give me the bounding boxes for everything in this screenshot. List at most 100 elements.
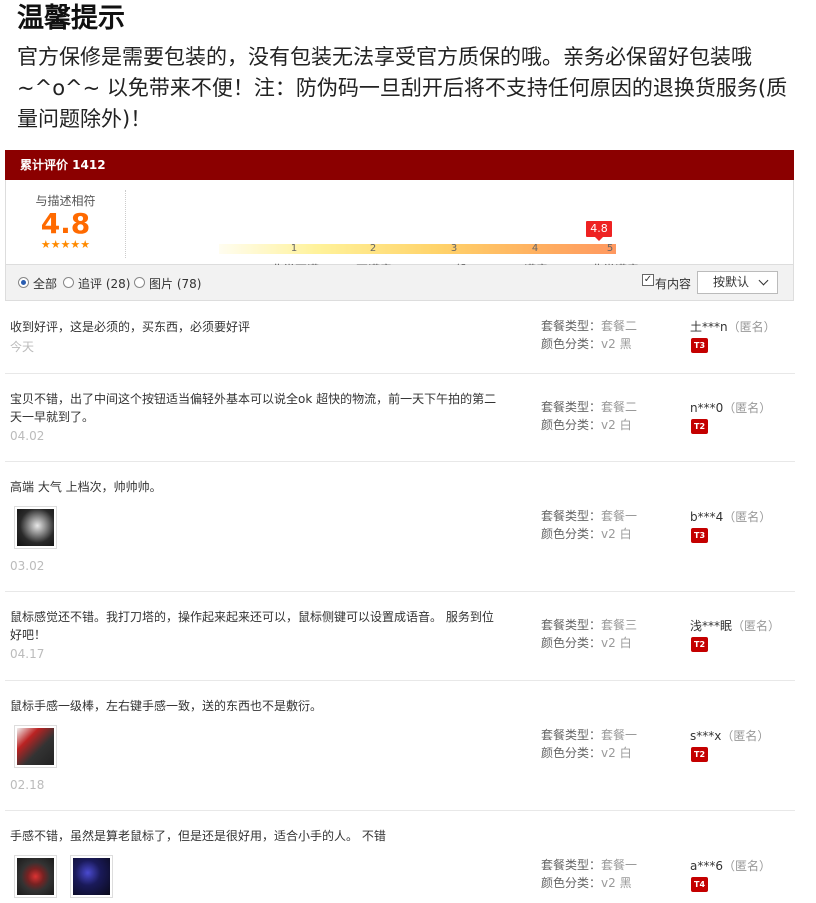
has-content-label[interactable]: 有内容 xyxy=(655,275,691,292)
reviewer: b***4（匿名） xyxy=(690,508,771,525)
review-options: 套餐类型：套餐二 颜色分类：v2 黑 xyxy=(541,317,637,353)
package-label: 套餐类型： xyxy=(541,858,602,872)
review-photo[interactable] xyxy=(14,725,57,768)
sort-dropdown[interactable]: 按默认 xyxy=(697,271,778,294)
color-value: v2 白 xyxy=(601,746,632,760)
sort-label: 按默认 xyxy=(713,275,750,289)
reviewer-name: 土***n xyxy=(690,320,728,334)
review-list: 收到好评，这是必须的，买东西，必须要好评 今天 套餐类型：套餐二 颜色分类：v2… xyxy=(5,302,795,903)
score-marker: 4.8 xyxy=(586,221,612,241)
has-content-checkbox[interactable]: ✓ xyxy=(642,274,654,286)
anonymous-label: （匿名） xyxy=(723,401,772,415)
package-value: 套餐一 xyxy=(601,509,638,523)
member-rank-badge: T2 xyxy=(691,419,708,434)
notice: 温馨提示 官方保修是需要包装的，没有包装无法享受官方质保的哦。亲务必保留好包装哦… xyxy=(17,0,807,135)
reviewer: a***6（匿名） xyxy=(690,857,771,874)
color-value: v2 黑 xyxy=(601,337,632,351)
reviewer: 浅***眠（匿名） xyxy=(690,617,780,634)
filter-all-radio[interactable] xyxy=(18,277,29,288)
color-label: 颜色分类： xyxy=(541,337,602,351)
review-summary: 累计评价 1412 与描述相符 4.8 ★★★★★ 4.8 1 2 3 4 5 … xyxy=(5,150,794,301)
notice-body: 官方保修是需要包装的，没有包装无法享受官方质保的哦。亲务必保留好包装哦 ~^o^… xyxy=(17,45,788,131)
chevron-down-icon xyxy=(758,275,769,286)
package-label: 套餐类型： xyxy=(541,400,602,414)
package-label: 套餐类型： xyxy=(541,618,602,632)
member-rank-badge: T3 xyxy=(691,338,708,353)
review-item: 鼠标感觉还不错。我打刀塔的，操作起来起来还可以，鼠标侧键可以设置成语音。 服务到… xyxy=(5,592,795,681)
notice-title: 温馨提示 xyxy=(17,3,125,34)
review-item: 手感不错，虽然是算老鼠标了，但是还是很好用，适合小手的人。 不错 套餐类型：套餐… xyxy=(5,811,795,903)
reviewer: n***0（匿名） xyxy=(690,399,771,416)
reviewer-name: s***x xyxy=(690,729,722,743)
reviews-count-header: 累计评价 1412 xyxy=(5,150,794,180)
anonymous-label: （匿名） xyxy=(732,619,781,633)
package-value: 套餐二 xyxy=(601,319,638,333)
color-label: 颜色分类： xyxy=(541,746,602,760)
review-text: 收到好评，这是必须的，买东西，必须要好评 xyxy=(10,320,251,334)
reviewer-name: a***6 xyxy=(690,859,723,873)
color-value: v2 白 xyxy=(601,527,632,541)
filter-followup-label[interactable]: 追评 (28) xyxy=(78,275,130,292)
review-options: 套餐类型：套餐一 颜色分类：v2 黑 xyxy=(541,856,637,892)
review-options: 套餐类型：套餐一 颜色分类：v2 白 xyxy=(541,507,637,543)
filter-pictures-radio[interactable] xyxy=(134,277,145,288)
filter-followup-radio[interactable] xyxy=(63,277,74,288)
review-photo[interactable] xyxy=(14,506,57,549)
review-item: 高端 大气 上档次，帅帅帅。 03.02 套餐类型：套餐一 颜色分类：v2 白 … xyxy=(5,462,795,592)
scale-tick: 1 xyxy=(290,243,298,254)
score-summary: 与描述相符 4.8 ★★★★★ xyxy=(6,190,126,258)
review-date: 03.02 xyxy=(10,559,45,573)
anonymous-label: （匿名） xyxy=(727,320,776,334)
member-rank-badge: T4 xyxy=(691,877,708,892)
review-date: 04.02 xyxy=(10,429,45,443)
color-value: v2 黑 xyxy=(601,876,632,890)
review-photo[interactable] xyxy=(14,855,57,898)
package-value: 套餐一 xyxy=(601,858,638,872)
reviewer-name: n***0 xyxy=(690,401,724,415)
reviewer-name: 浅***眠 xyxy=(690,619,733,633)
color-label: 颜色分类： xyxy=(541,418,602,432)
package-label: 套餐类型： xyxy=(541,728,602,742)
reviewer: 土***n（匿名） xyxy=(690,318,776,335)
package-value: 套餐二 xyxy=(601,400,638,414)
filter-all-label[interactable]: 全部 xyxy=(33,275,57,292)
review-options: 套餐类型：套餐一 颜色分类：v2 白 xyxy=(541,726,637,762)
color-value: v2 白 xyxy=(601,418,632,432)
review-date: 今天 xyxy=(10,340,35,354)
anonymous-label: （匿名） xyxy=(723,510,772,524)
review-text: 高端 大气 上档次，帅帅帅。 xyxy=(10,480,162,494)
review-date: 02.18 xyxy=(10,778,45,792)
member-rank-badge: T2 xyxy=(691,747,708,762)
review-item: 收到好评，这是必须的，买东西，必须要好评 今天 套餐类型：套餐二 颜色分类：v2… xyxy=(5,302,795,374)
review-text: 手感不错，虽然是算老鼠标了，但是还是很好用，适合小手的人。 不错 xyxy=(10,829,386,843)
scale-tick: 3 xyxy=(450,243,458,254)
color-label: 颜色分类： xyxy=(541,636,602,650)
score-value: 4.8 xyxy=(40,207,91,240)
scale-tick: 2 xyxy=(369,243,377,254)
review-item: 宝贝不错，出了中间这个按钮适当偏轻外基本可以说全ok 超快的物流，前一天下午拍的… xyxy=(5,374,795,462)
anonymous-label: （匿名） xyxy=(723,859,772,873)
review-text: 鼠标手感一级棒，左右键手感一致，送的东西也不是敷衍。 xyxy=(10,699,323,713)
color-value: v2 白 xyxy=(601,636,632,650)
member-rank-badge: T2 xyxy=(691,637,708,652)
scale-tick: 4 xyxy=(531,243,539,254)
review-text: 宝贝不错，出了中间这个按钮适当偏轻外基本可以说全ok 超快的物流，前一天下午拍的… xyxy=(10,392,497,424)
reviewer-name: b***4 xyxy=(690,510,724,524)
review-photo[interactable] xyxy=(70,855,113,898)
package-label: 套餐类型： xyxy=(541,509,602,523)
color-label: 颜色分类： xyxy=(541,876,602,890)
review-text: 鼠标感觉还不错。我打刀塔的，操作起来起来还可以，鼠标侧键可以设置成语音。 服务到… xyxy=(10,610,494,642)
rating-scale-bar xyxy=(219,244,616,254)
review-date: 04.17 xyxy=(10,647,45,661)
review-item: 鼠标手感一级棒，左右键手感一致，送的东西也不是敷衍。 02.18 套餐类型：套餐… xyxy=(5,681,795,811)
score-panel: 与描述相符 4.8 ★★★★★ 4.8 1 2 3 4 5 非常不满 不满意 一… xyxy=(5,180,794,277)
anonymous-label: （匿名） xyxy=(721,729,770,743)
review-options: 套餐类型：套餐三 颜色分类：v2 白 xyxy=(541,616,637,652)
review-options: 套餐类型：套餐二 颜色分类：v2 白 xyxy=(541,398,637,434)
reviewer: s***x（匿名） xyxy=(690,727,769,744)
package-label: 套餐类型： xyxy=(541,319,602,333)
package-value: 套餐三 xyxy=(601,618,638,632)
filter-pictures-label[interactable]: 图片 (78) xyxy=(149,275,201,292)
member-rank-badge: T3 xyxy=(691,528,708,543)
package-value: 套餐一 xyxy=(601,728,638,742)
